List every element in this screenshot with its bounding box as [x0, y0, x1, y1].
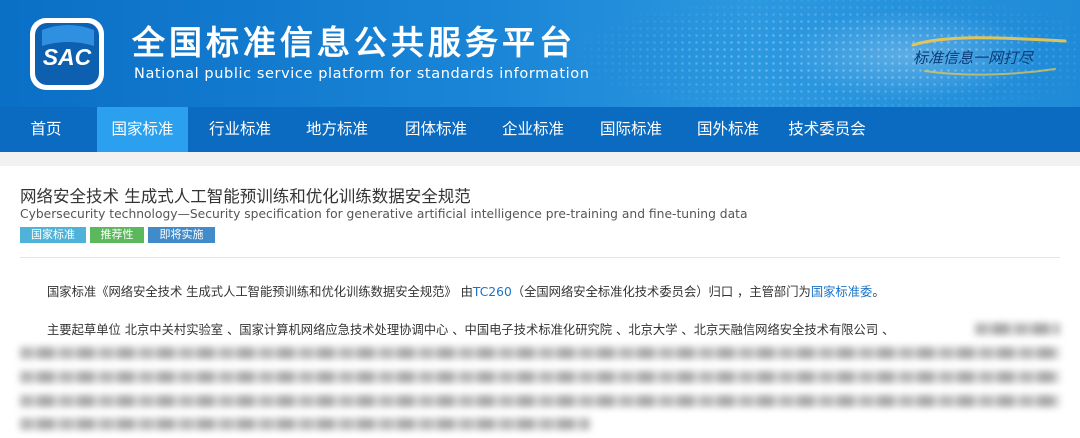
summary-middle: （全国网络安全标准化技术委员会）归口 ，主管部门为	[511, 285, 811, 299]
standard-title-en: Cybersecurity technology—Security specif…	[20, 207, 748, 221]
tag-recommended: 推荐性	[90, 227, 144, 243]
nav-home[interactable]: 首页	[18, 107, 74, 152]
nav-foreign-standards[interactable]: 国外标准	[688, 107, 768, 152]
summary-suffix: 。	[872, 285, 885, 299]
slogan-calligraphy: 标准信息一网打尽	[911, 36, 1067, 76]
standard-title-cn: 网络安全技术 生成式人工智能预训练和优化训练数据安全规范	[20, 187, 471, 206]
nav-international-standards[interactable]: 国际标准	[591, 107, 671, 152]
site-title-cn: 全国标准信息公共服务平台	[132, 23, 576, 62]
standard-summary: 国家标准《网络安全技术 生成式人工智能预训练和优化训练数据安全规范》 由TC26…	[47, 282, 885, 300]
summary-prefix: 国家标准《网络安全技术 生成式人工智能预训练和优化训练数据安全规范》 由	[47, 285, 473, 299]
nav-national-standards[interactable]: 国家标准	[97, 107, 188, 152]
section-divider	[20, 257, 1060, 258]
tag-upcoming: 即将实施	[148, 227, 215, 243]
logo-text: SAC	[43, 44, 92, 70]
nav-technical-committees[interactable]: 技术委员会	[777, 107, 877, 152]
sac-logo[interactable]: SAC	[28, 16, 106, 92]
blurred-drafter-list	[0, 320, 1080, 438]
site-title-en: National public service platform for sta…	[134, 66, 590, 82]
tc260-link[interactable]: TC260	[473, 285, 512, 299]
header-banner: SAC 全国标准信息公共服务平台 National public service…	[0, 0, 1080, 107]
nav-group-standards[interactable]: 团体标准	[396, 107, 476, 152]
main-nav: 首页 国家标准 行业标准 地方标准 团体标准 企业标准 国际标准 国外标准 技术…	[0, 107, 1080, 152]
slogan-text: 标准信息一网打尽	[913, 49, 1034, 67]
nav-industry-standards[interactable]: 行业标准	[200, 107, 280, 152]
nav-local-standards[interactable]: 地方标准	[297, 107, 377, 152]
authority-link[interactable]: 国家标准委	[811, 285, 873, 299]
tag-national-standard: 国家标准	[20, 227, 86, 243]
nav-enterprise-standards[interactable]: 企业标准	[493, 107, 573, 152]
